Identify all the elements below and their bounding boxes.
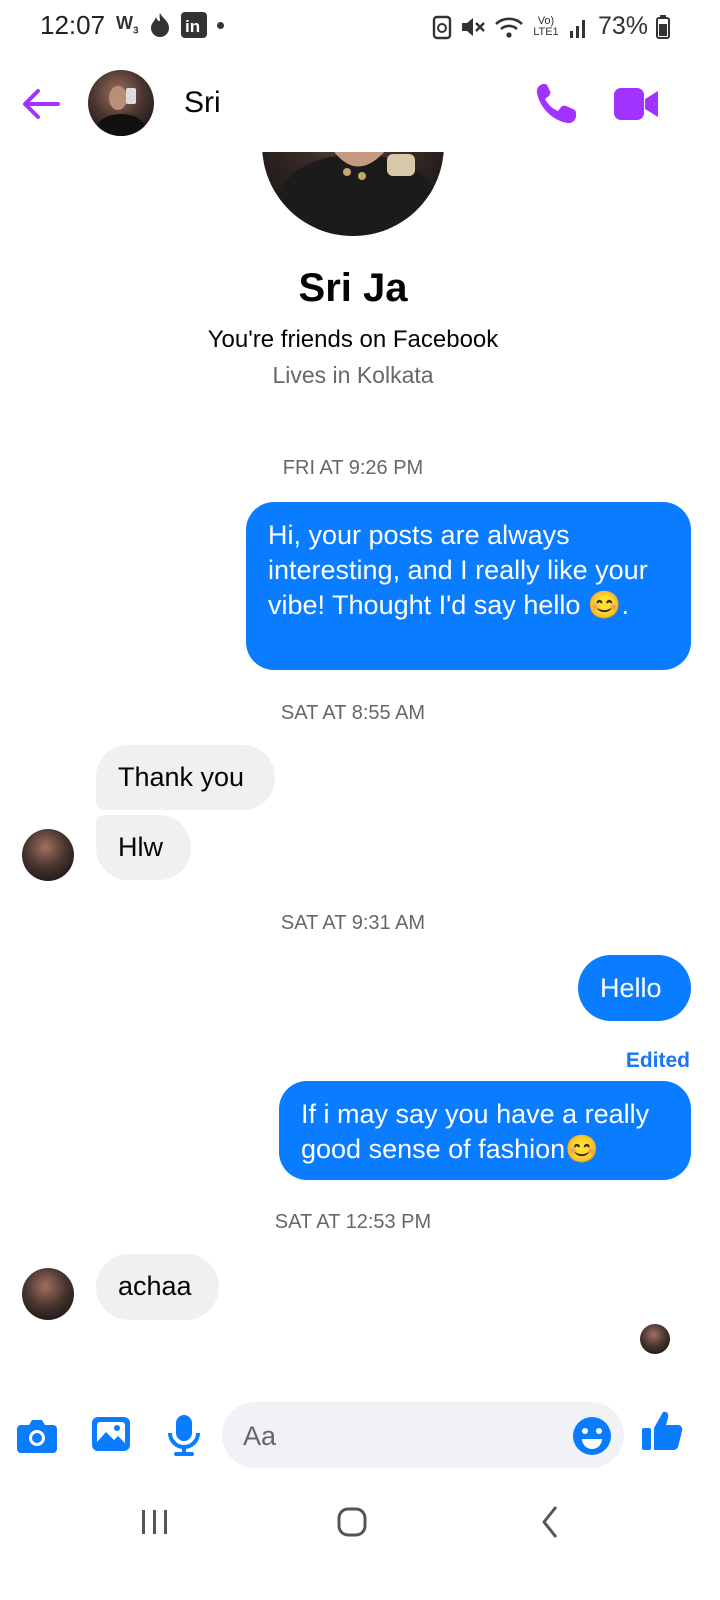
gallery-button[interactable] [90, 1413, 134, 1457]
timestamp: SAT AT 8:55 AM [280, 702, 426, 724]
friend-status: You're friends on Facebook [207, 326, 499, 353]
sender-avatar[interactable] [22, 1268, 74, 1320]
contact-name[interactable]: Sri [184, 86, 221, 120]
signal-icon [569, 19, 585, 38]
timestamp: FRI AT 9:26 PM [282, 457, 424, 479]
phone-icon [536, 84, 576, 124]
message-input[interactable] [222, 1402, 624, 1468]
recents-icon [142, 1510, 167, 1534]
system-back-button[interactable] [520, 1492, 580, 1552]
profile-location: Lives in Kolkata [272, 362, 434, 388]
status-time: 12:07 [40, 10, 106, 40]
gallery-icon [92, 1417, 130, 1451]
home-icon [337, 1507, 367, 1537]
w-app-icon: W3 [116, 13, 139, 37]
nav-back-icon [542, 1506, 558, 1538]
message-outgoing[interactable]: Hi, your posts are always interesting, a… [246, 502, 691, 670]
message-incoming[interactable]: achaa [96, 1254, 219, 1320]
video-call-button[interactable] [612, 82, 660, 126]
timestamp: SAT AT 12:53 PM [274, 1211, 432, 1233]
mute-icon [461, 17, 485, 36]
linkedin-icon: in [180, 12, 207, 38]
notification-icons: W3 in [116, 12, 224, 38]
data-saver-icon [432, 15, 452, 39]
audio-call-button[interactable] [530, 78, 582, 130]
camera-button[interactable] [15, 1413, 59, 1457]
message-outgoing[interactable]: Hello [578, 955, 691, 1021]
message-input-placeholder: Aa [243, 1421, 277, 1451]
microphone-icon [168, 1415, 200, 1456]
home-button[interactable] [322, 1492, 382, 1552]
profile-name: Sri Ja [298, 266, 408, 310]
video-camera-icon [614, 88, 658, 120]
message-outgoing[interactable]: If i may say you have a really good sens… [279, 1081, 691, 1180]
back-arrow-icon [23, 89, 60, 119]
avatar-graphic [97, 86, 145, 136]
dot-icon [216, 21, 224, 29]
camera-icon [17, 1420, 57, 1453]
message-incoming[interactable]: Hlw [96, 815, 191, 880]
message-incoming[interactable]: Thank you [96, 745, 275, 810]
seen-receipt-avatar [640, 1324, 670, 1354]
wifi-icon [495, 17, 523, 38]
system-status-icons: Vo) LTE1 73% [432, 12, 670, 41]
emoji-button[interactable] [570, 1414, 614, 1458]
battery-percent: 73% [597, 12, 648, 40]
edited-label: Edited [625, 1049, 690, 1072]
svg-text:in: in [185, 17, 200, 36]
header-avatar[interactable] [88, 70, 154, 136]
sender-avatar[interactable] [22, 829, 74, 881]
emoji-icon [573, 1417, 611, 1455]
like-button[interactable] [640, 1408, 686, 1454]
tinder-flame-icon [150, 13, 169, 37]
network-label: Vo) LTE1 [533, 14, 559, 38]
recent-apps-button[interactable] [124, 1492, 184, 1552]
back-button[interactable] [18, 80, 66, 128]
thumbs-up-icon [642, 1411, 683, 1450]
microphone-button[interactable] [162, 1413, 206, 1457]
timestamp: SAT AT 9:31 AM [280, 912, 426, 934]
battery-icon [656, 14, 670, 39]
